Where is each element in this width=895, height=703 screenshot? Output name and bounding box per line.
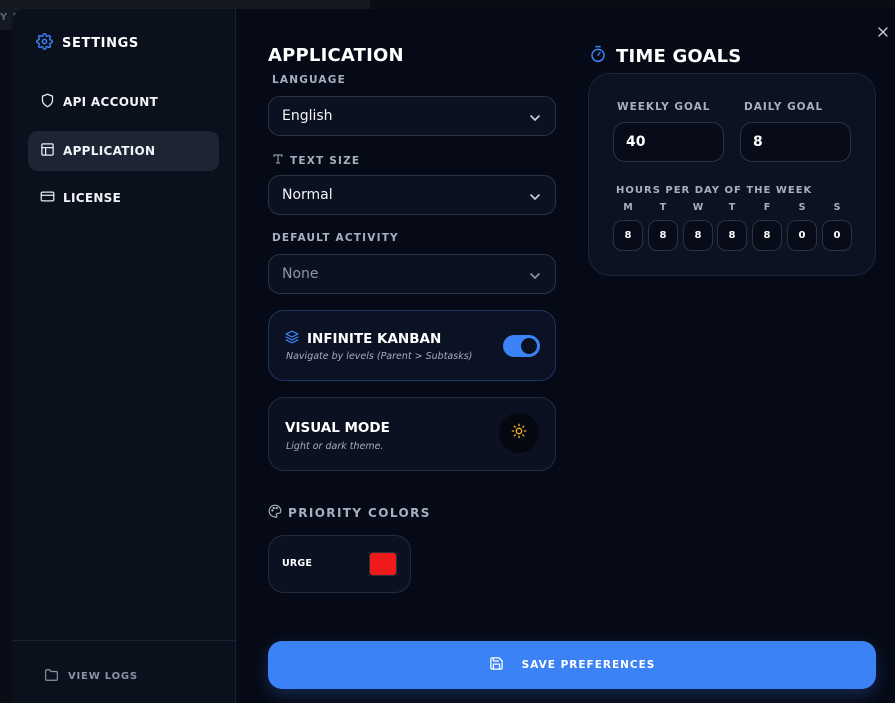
sidebar-item-label: LICENSE xyxy=(63,191,122,205)
infinite-kanban-toggle[interactable] xyxy=(503,335,540,357)
priority-color-item: URGE xyxy=(268,535,411,593)
priority-colors-title: PRIORITY COLORS xyxy=(288,505,431,520)
time-goals-title: TIME GOALS xyxy=(616,46,742,67)
chevron-down-icon xyxy=(529,186,541,205)
type-icon xyxy=(272,153,284,168)
day-hours-input[interactable]: 8 xyxy=(683,220,713,251)
day-hours-input[interactable]: 8 xyxy=(613,220,643,251)
language-value: English xyxy=(282,108,333,124)
close-icon[interactable] xyxy=(876,24,890,38)
default-activity-label-text: DEFAULT ACTIVITY xyxy=(272,232,399,244)
text-size-label: TEXT SIZE xyxy=(272,153,360,168)
settings-modal: SETTINGS API ACCOUNT APPLICATION LICENSE xyxy=(12,9,895,703)
day-letter: S xyxy=(833,202,841,213)
save-preferences-button[interactable]: SAVE PREFERENCES xyxy=(268,641,876,689)
default-activity-select[interactable]: None xyxy=(268,254,556,294)
time-goals-card: WEEKLY GOAL DAILY GOAL 40 8 HOURS PER DA… xyxy=(588,73,876,276)
theme-toggle-button[interactable] xyxy=(499,413,539,453)
chevron-down-icon xyxy=(529,107,541,126)
infinite-kanban-header: INFINITE KANBAN xyxy=(285,330,441,348)
weekly-goal-label: WEEKLY GOAL xyxy=(617,101,711,113)
view-logs-button[interactable]: VIEW LOGS xyxy=(44,667,138,686)
shield-icon xyxy=(40,93,55,112)
sidebar-item-api-account[interactable]: API ACCOUNT xyxy=(28,82,219,122)
sidebar-item-application[interactable]: APPLICATION xyxy=(28,131,219,171)
text-size-select[interactable]: Normal xyxy=(268,175,556,215)
day-letter: M xyxy=(623,202,633,213)
daily-goal-label: DAILY GOAL xyxy=(744,101,824,113)
application-title: APPLICATION xyxy=(268,45,404,66)
sidebar-header: SETTINGS xyxy=(36,33,139,54)
toggle-knob xyxy=(521,338,537,354)
text-size-value: Normal xyxy=(282,187,333,203)
day-letter: F xyxy=(763,202,771,213)
default-activity-value: None xyxy=(282,266,319,282)
day-sunday: S 0 xyxy=(822,202,852,251)
priority-label: URGE xyxy=(282,558,313,569)
day-hours-input[interactable]: 8 xyxy=(752,220,782,251)
color-swatch[interactable] xyxy=(369,552,397,576)
time-goals-header: TIME GOALS xyxy=(590,45,741,68)
day-saturday: S 0 xyxy=(787,202,817,251)
folder-icon xyxy=(44,667,59,686)
settings-sidebar: SETTINGS API ACCOUNT APPLICATION LICENSE xyxy=(12,9,236,703)
day-letter: T xyxy=(728,202,736,213)
text-size-label-text: TEXT SIZE xyxy=(290,154,361,167)
day-hours-input[interactable]: 0 xyxy=(822,220,852,251)
days-label: HOURS PER DAY OF THE WEEK xyxy=(616,185,813,196)
layout-icon xyxy=(40,142,55,161)
day-thursday: T 8 xyxy=(717,202,747,251)
sidebar-item-license[interactable]: LICENSE xyxy=(28,178,219,218)
day-tuesday: T 8 xyxy=(648,202,678,251)
sidebar-item-label: APPLICATION xyxy=(63,144,156,158)
day-letter: W xyxy=(692,202,704,213)
palette-icon xyxy=(268,504,282,521)
day-letter: T xyxy=(659,202,667,213)
sun-icon xyxy=(511,423,527,443)
language-select[interactable]: English xyxy=(268,96,556,136)
default-activity-label: DEFAULT ACTIVITY xyxy=(272,232,399,244)
weekly-goal-input[interactable]: 40 xyxy=(613,122,724,162)
language-label-text: LANGUAGE xyxy=(272,74,346,86)
priority-colors-header: PRIORITY COLORS xyxy=(268,504,431,521)
infinite-kanban-card: INFINITE KANBAN Navigate by levels (Pare… xyxy=(268,310,556,381)
save-preferences-label: SAVE PREFERENCES xyxy=(521,659,656,671)
infinite-kanban-title: INFINITE KANBAN xyxy=(307,331,442,347)
sidebar-item-label: API ACCOUNT xyxy=(63,95,159,109)
day-monday: M 8 xyxy=(613,202,643,251)
sidebar-divider xyxy=(12,640,236,641)
day-friday: F 8 xyxy=(752,202,782,251)
view-logs-label: VIEW LOGS xyxy=(68,671,138,682)
credit-card-icon xyxy=(40,189,55,208)
visual-mode-title: VISUAL MODE xyxy=(285,420,390,436)
day-hours-input[interactable]: 8 xyxy=(717,220,747,251)
day-wednesday: W 8 xyxy=(683,202,713,251)
layers-icon xyxy=(285,330,299,348)
visual-mode-card: VISUAL MODE Light or dark theme. xyxy=(268,397,556,471)
save-icon xyxy=(489,656,504,675)
visual-mode-subtitle: Light or dark theme. xyxy=(286,441,384,452)
daily-goal-input[interactable]: 8 xyxy=(740,122,851,162)
infinite-kanban-subtitle: Navigate by levels (Parent > Subtasks) xyxy=(286,351,473,362)
stopwatch-icon xyxy=(590,45,606,68)
day-hours-input[interactable]: 8 xyxy=(648,220,678,251)
sidebar-title: SETTINGS xyxy=(62,36,139,51)
day-hours-input[interactable]: 0 xyxy=(787,220,817,251)
language-label: LANGUAGE xyxy=(272,74,346,86)
chevron-down-icon xyxy=(529,265,541,284)
gear-icon xyxy=(36,33,53,54)
day-letter: S xyxy=(798,202,806,213)
